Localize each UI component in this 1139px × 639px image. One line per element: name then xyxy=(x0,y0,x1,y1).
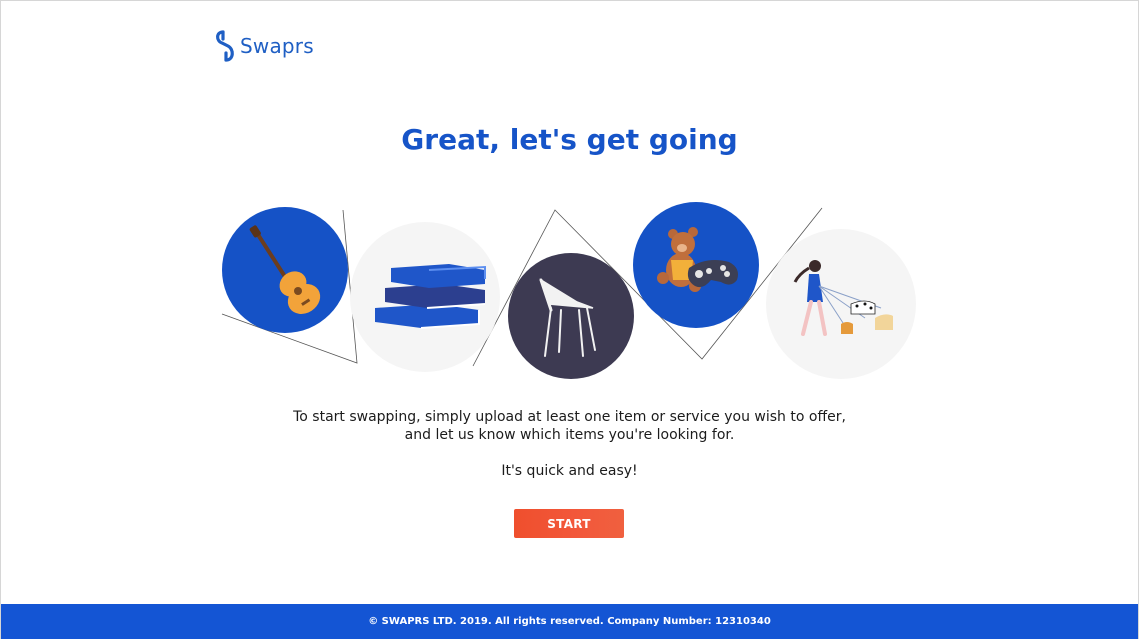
swaprs-s-logo-icon xyxy=(216,30,234,62)
footer: © SWAPRS LTD. 2019. All rights reserved.… xyxy=(1,604,1138,639)
books-icon xyxy=(375,264,486,329)
brand-name: Swaprs xyxy=(240,34,314,58)
start-button[interactable]: START xyxy=(514,509,624,538)
description-line-2: and let us know which items you're looki… xyxy=(404,427,735,443)
intro-description: To start swapping, simply upload at leas… xyxy=(0,408,1139,480)
dog-walking-circle xyxy=(766,229,916,379)
chair-circle xyxy=(508,253,634,379)
tagline: It's quick and easy! xyxy=(501,463,638,479)
description-line-1: To start swapping, simply upload at leas… xyxy=(293,409,846,425)
toys-circle xyxy=(633,202,759,328)
page-title: Great, let's get going xyxy=(401,123,738,156)
illustration-strip xyxy=(221,202,916,379)
guitar-circle xyxy=(222,207,348,333)
swaprs-logo[interactable]: Swaprs xyxy=(214,29,314,63)
footer-copyright: © SWAPRS LTD. 2019. All rights reserved.… xyxy=(368,616,771,627)
books-circle xyxy=(350,222,500,372)
